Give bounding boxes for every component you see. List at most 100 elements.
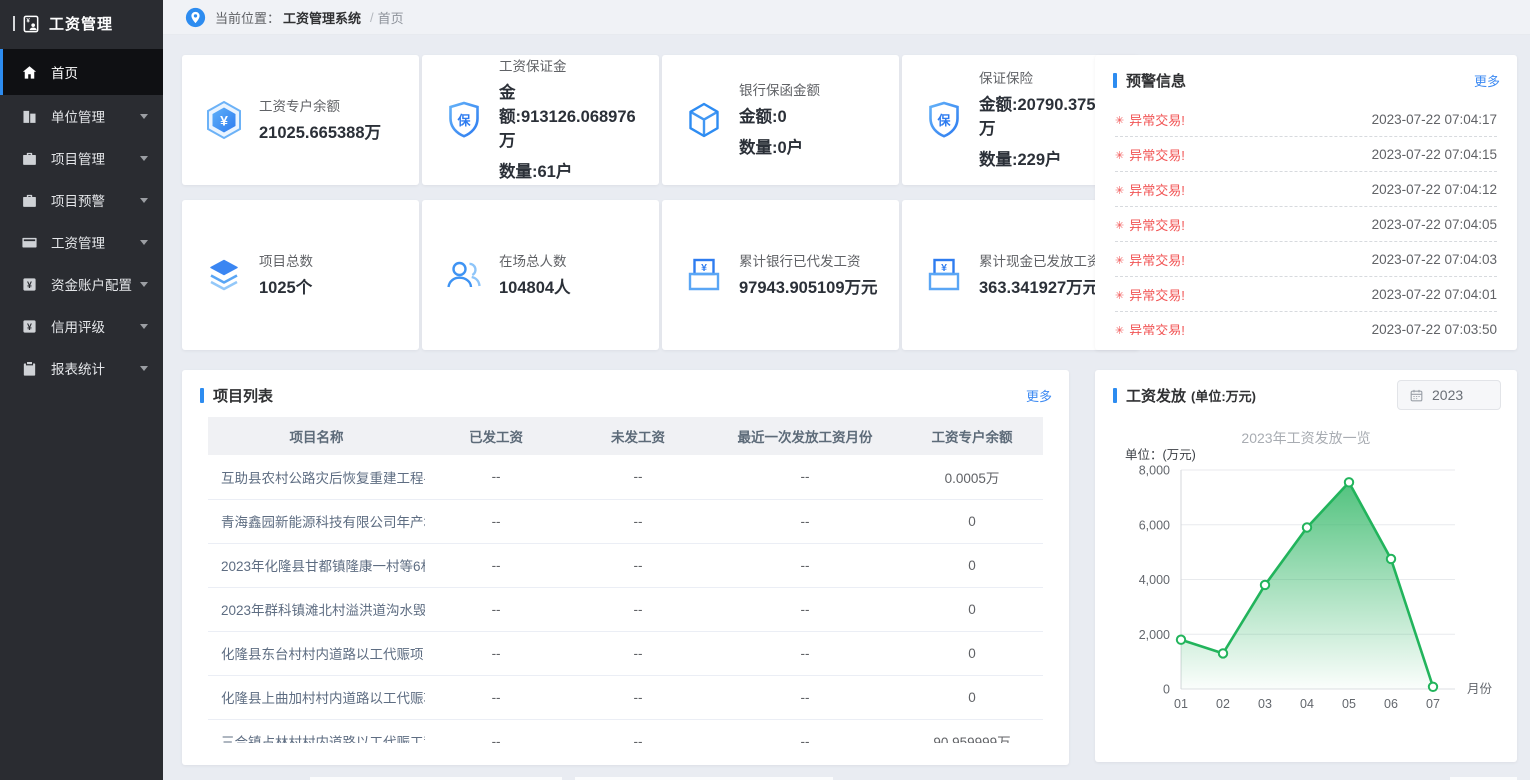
cell-last-month: -- (709, 455, 901, 499)
alert-row[interactable]: ✳异常交易!2023-07-22 07:04:01 (1115, 277, 1497, 312)
alert-marker-icon: ✳ (1115, 324, 1124, 336)
chart-title: 工资发放 (1126, 385, 1186, 406)
breadcrumb-root[interactable]: 工资管理系统 (283, 8, 361, 27)
projects-title: 项目列表 (213, 385, 273, 406)
sidebar-item-5[interactable]: 工资管理 (0, 221, 163, 263)
chevron-down-icon (140, 114, 148, 119)
table-row[interactable]: 化隆县上曲加村村内道路以工代赈项目------0 (208, 675, 1043, 719)
projects-panel: 项目列表 更多 项目名称已发工资未发工资最近一次发放工资月份工资专户余额 互助县… (182, 370, 1069, 765)
cell-unpaid: -- (567, 675, 709, 719)
sidebar-item-3[interactable]: 项目管理 (0, 137, 163, 179)
sidebar-item-label: 项目预警 (51, 190, 105, 210)
cell-paid: -- (425, 455, 567, 499)
alert-text: 异常交易! (1129, 320, 1185, 336)
sidebar-item-6[interactable]: ¥资金账户配置 (0, 263, 163, 305)
projects-table: 项目名称已发工资未发工资最近一次发放工资月份工资专户余额 互助县农村公路灾后恢复… (208, 417, 1043, 743)
chart-data-point (1387, 555, 1395, 563)
chart-data-point (1429, 683, 1437, 691)
stat-card-label: 在场总人数 (499, 250, 651, 270)
stat-card-6: 在场总人数 104804人 (422, 200, 659, 350)
svg-text:单位：(万元): 单位：(万元) (1125, 447, 1196, 462)
sidebar-item-1[interactable]: 首页 (0, 49, 163, 95)
svg-text:05: 05 (1342, 697, 1356, 711)
alert-text: 异常交易! (1129, 250, 1185, 269)
alert-row[interactable]: ✳异常交易!2023-07-22 07:04:15 (1115, 137, 1497, 172)
yen-box-icon: ¥ (21, 318, 38, 335)
chart-title-unit: (单位:万元) (1191, 386, 1256, 405)
sidebar-item-4[interactable]: 项目预警 (0, 179, 163, 221)
svg-text:4,000: 4,000 (1139, 573, 1170, 587)
cell-last-month: -- (709, 587, 901, 631)
cell-balance: 0 (901, 543, 1043, 587)
alert-timestamp: 2023-07-22 07:04:12 (1372, 182, 1497, 197)
projects-table-body: 互助县农村公路灾后恢复重建工程-2...------0.0005万青海鑫园新能源… (208, 455, 1043, 743)
stat-card-texts: 工资专户余额21025.665388万 (259, 95, 411, 146)
alert-timestamp: 2023-07-22 07:04:03 (1372, 252, 1497, 267)
stat-card-value: 104804人 (499, 277, 651, 301)
svg-text:¥: ¥ (220, 112, 228, 128)
svg-text:03: 03 (1258, 697, 1272, 711)
hexagon-yen-icon: ¥ (204, 100, 244, 140)
chart-data-point (1303, 523, 1311, 531)
cell-paid: -- (425, 587, 567, 631)
stat-card-texts: 项目总数1025个 (259, 250, 411, 301)
breadcrumb-current[interactable]: 首页 (378, 8, 404, 27)
cell-balance: 0 (901, 587, 1043, 631)
projects-more-link[interactable]: 更多 (1026, 386, 1052, 405)
year-select[interactable]: 2023 (1397, 380, 1501, 410)
cell-paid: -- (425, 719, 567, 743)
alerts-panel: 预警信息 更多 ✳异常交易!2023-07-22 07:04:17✳异常交易!2… (1095, 55, 1517, 350)
svg-text:8,000: 8,000 (1139, 464, 1170, 478)
briefcase-icon (21, 192, 38, 209)
stat-card-value: 金额:913126.068976万 (499, 82, 651, 154)
alert-row[interactable]: ✳异常交易!2023-07-22 07:04:12 (1115, 172, 1497, 207)
alert-row[interactable]: ✳异常交易!2023-07-22 07:03:50 (1115, 312, 1497, 335)
breadcrumb: 当前位置： 工资管理系统 / 首页 (163, 0, 1530, 35)
cell-name: 互助县农村公路灾后恢复重建工程-2... (208, 455, 425, 499)
alert-timestamp: 2023-07-22 07:04:17 (1372, 112, 1497, 127)
alert-text: 异常交易! (1129, 180, 1185, 199)
cell-unpaid: -- (567, 631, 709, 675)
stat-card-texts: 工资保证金金额:913126.068976万数量:61户 (499, 55, 651, 185)
clipboard-icon (21, 360, 38, 377)
stat-card-7: ¥累计银行已代发工资97943.905109万元 (662, 200, 899, 350)
app-title: 工资管理 (49, 13, 113, 34)
table-row[interactable]: 2023年化隆县甘都镇隆康一村等6村...------0 (208, 543, 1043, 587)
svg-text:¥: ¥ (701, 262, 707, 274)
salary-line-chart: 2023年工资发放一览单位：(万元)02,0004,0006,0008,0000… (1095, 414, 1517, 762)
main-area: 当前位置： 工资管理系统 / 首页 ¥工资专户余额21025.665388万保工… (163, 0, 1530, 780)
yen-box-icon: ¥ (21, 276, 38, 293)
cell-last-month: -- (709, 631, 901, 675)
table-row[interactable]: 三合镇占林村村内道路以工代赈工程------90.959999万 (208, 719, 1043, 743)
chart-data-point (1177, 636, 1185, 644)
sidebar-item-label: 单位管理 (51, 106, 105, 126)
chevron-down-icon (140, 366, 148, 371)
breadcrumb-separator: / (370, 10, 374, 25)
alert-row[interactable]: ✳异常交易!2023-07-22 07:04:17 (1115, 102, 1497, 137)
svg-text:¥: ¥ (27, 321, 32, 331)
svg-text:0: 0 (1163, 683, 1170, 697)
alert-text: 异常交易! (1129, 110, 1185, 129)
title-accent-bar (1113, 388, 1117, 403)
table-row[interactable]: 互助县农村公路灾后恢复重建工程-2...------0.0005万 (208, 455, 1043, 499)
cell-paid: -- (425, 543, 567, 587)
table-row[interactable]: 化隆县东台村村内道路以工代赈项目------0 (208, 631, 1043, 675)
alert-row[interactable]: ✳异常交易!2023-07-22 07:04:03 (1115, 242, 1497, 277)
sidebar-item-8[interactable]: 报表统计 (0, 347, 163, 389)
salary-chart-panel: 工资发放 (单位:万元) 2023 2023年工资发放一览单位：(万元)02,0… (1095, 370, 1517, 762)
table-row[interactable]: 青海鑫园新能源科技有限公司年产3...------0 (208, 499, 1043, 543)
stat-card-value: 1025个 (259, 277, 411, 301)
stat-card-label: 工资保证金 (499, 55, 651, 75)
cell-unpaid: -- (567, 719, 709, 743)
sidebar-item-7[interactable]: ¥信用评级 (0, 305, 163, 347)
sidebar-item-label: 项目管理 (51, 148, 105, 168)
cell-balance: 0 (901, 499, 1043, 543)
alert-timestamp: 2023-07-22 07:04:15 (1372, 147, 1497, 162)
chart-data-point (1219, 649, 1227, 657)
cell-name: 化隆县东台村村内道路以工代赈项目 (208, 631, 425, 675)
alerts-more-link[interactable]: 更多 (1474, 71, 1500, 90)
alert-row[interactable]: ✳异常交易!2023-07-22 07:04:05 (1115, 207, 1497, 242)
svg-text:保: 保 (456, 113, 471, 128)
sidebar-item-2[interactable]: 单位管理 (0, 95, 163, 137)
table-row[interactable]: 2023年群科镇滩北村溢洪道沟水毁...------0 (208, 587, 1043, 631)
